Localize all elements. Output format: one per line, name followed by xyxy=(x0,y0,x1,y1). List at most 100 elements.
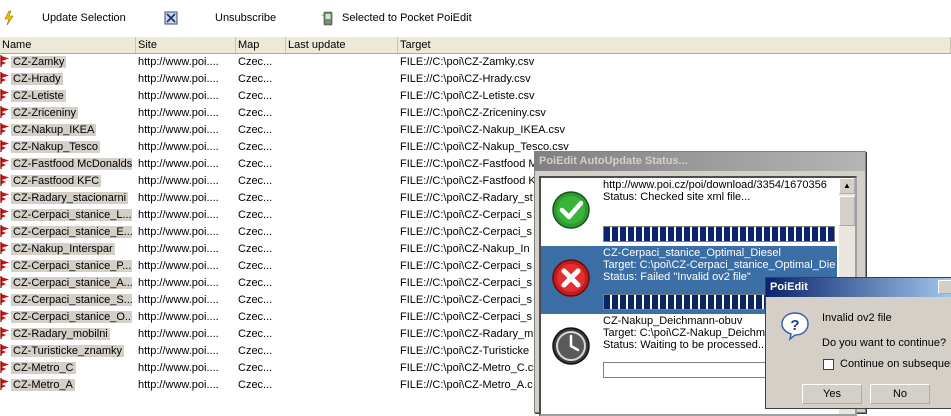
name-text: CZ-Nakup_IKEA xyxy=(11,124,97,136)
column-header-site[interactable]: Site xyxy=(136,37,236,53)
cell-site: http://www.poi.... xyxy=(138,311,219,323)
cell-name: CZ-Fastfood KFC xyxy=(0,173,132,190)
list-item[interactable]: CZ-Zamky http://www.poi.... Czec... FILE://… xyxy=(0,54,951,71)
cell-name: CZ-Metro_A xyxy=(0,377,132,394)
name-text: CZ-Cerpaci_stanice_A... xyxy=(11,277,132,289)
cell-name: CZ-Cerpaci_stanice_A... xyxy=(0,275,132,292)
cell-site: http://www.poi.... xyxy=(138,107,219,119)
list-item[interactable]: CZ-Nakup_IKEA http://www.poi.... Czec... FI… xyxy=(0,122,951,139)
cell-last-update xyxy=(288,241,394,258)
no-button[interactable]: No xyxy=(870,384,930,404)
cell-map: Czec... xyxy=(238,158,273,170)
unsubscribe-button[interactable]: Unsubscribe xyxy=(163,9,276,27)
poi-flag-icon xyxy=(0,157,9,169)
poi-flag-icon xyxy=(0,344,9,356)
name-text: CZ-Letiste xyxy=(11,90,66,102)
column-header-map[interactable]: Map xyxy=(236,37,286,53)
poi-flag-icon xyxy=(0,378,9,390)
cell-map: Czec... xyxy=(238,124,273,136)
cell-site: http://www.poi.... xyxy=(138,226,219,238)
name-text: CZ-Cerpaci_stanice_L... xyxy=(11,209,132,221)
name-text: CZ-Radary_stacionarni xyxy=(11,192,129,204)
name-text: CZ-Fastfood McDonalds xyxy=(11,158,132,170)
continue-checkbox[interactable] xyxy=(823,359,834,370)
check-icon xyxy=(552,191,590,229)
cell-site: http://www.poi.... xyxy=(138,362,219,374)
cell-site: http://www.poi.... xyxy=(138,345,219,357)
update-selection-button[interactable]: Update Selection xyxy=(42,9,126,27)
cell-last-update xyxy=(288,377,394,394)
name-text: CZ-Nakup_Interspar xyxy=(11,243,115,255)
cell-site: http://www.poi.... xyxy=(138,192,219,204)
cell-last-update xyxy=(288,71,394,88)
cell-site: http://www.poi.... xyxy=(138,209,219,221)
cell-last-update xyxy=(288,173,394,190)
name-text: CZ-Cerpaci_stanice_S... xyxy=(11,294,132,306)
status-entry[interactable]: http://www.poi.cz/poi/download/3354/1670… xyxy=(541,178,837,246)
cell-name: CZ-Cerpaci_stanice_O... xyxy=(0,309,132,326)
unsubscribe-icon xyxy=(164,11,178,25)
pocket-poiedit-button[interactable]: Selected to Pocket PoiEdit xyxy=(320,9,472,27)
lightning-icon xyxy=(4,10,14,26)
status-dialog-title[interactable]: PoiEdit AutoUpdate Status... xyxy=(535,152,865,171)
cell-target: FILE://C:\poi\CZ-Zamky.csv xyxy=(400,56,535,68)
cell-map: Czec... xyxy=(238,311,273,323)
poi-flag-icon xyxy=(0,89,9,101)
cell-map: Czec... xyxy=(238,328,273,340)
cell-target: FILE://C:\poi\CZ-Hrady.csv xyxy=(400,73,531,85)
column-header-last-update[interactable]: Last update xyxy=(286,37,398,53)
svg-text:?: ? xyxy=(790,317,799,334)
name-text: CZ-Radary_mobilni xyxy=(11,328,110,340)
yes-button[interactable]: Yes xyxy=(802,384,862,404)
cell-target: FILE://C:\poi\CZ-Zriceniny.csv xyxy=(400,107,546,119)
refresh-button[interactable] xyxy=(2,9,18,27)
poi-flag-icon xyxy=(0,123,9,135)
cell-map: Czec... xyxy=(238,260,273,272)
cell-site: http://www.poi.... xyxy=(138,379,219,391)
scroll-thumb[interactable] xyxy=(839,196,855,226)
cell-last-update xyxy=(288,360,394,377)
cell-name: CZ-Metro_C xyxy=(0,360,132,377)
cell-site: http://www.poi.... xyxy=(138,260,219,272)
cell-site: http://www.poi.... xyxy=(138,90,219,102)
close-button[interactable] xyxy=(938,280,951,294)
question-icon: ? xyxy=(781,312,809,341)
status-entry-line1: CZ-Cerpaci_stanice_Optimal_Diesel xyxy=(603,247,781,259)
cell-name: CZ-Letiste xyxy=(0,88,132,105)
cell-map: Czec... xyxy=(238,345,273,357)
poi-flag-icon xyxy=(0,208,9,220)
list-item[interactable]: CZ-Zriceniny http://www.poi.... Czec... FIL… xyxy=(0,105,951,122)
cell-name: CZ-Turisticke_znamky xyxy=(0,343,132,360)
cell-site: http://www.poi.... xyxy=(138,175,219,187)
confirm-dialog-title-text: PoiEdit xyxy=(770,281,808,293)
scroll-up-button[interactable]: ▲ xyxy=(839,178,855,194)
toolbar: Update Selection Unsubscribe Selected to… xyxy=(0,0,951,37)
cell-map: Czec... xyxy=(238,73,273,85)
cell-map: Czec... xyxy=(238,209,273,221)
confirm-message: Invalid ov2 file xyxy=(822,312,892,324)
list-item[interactable]: CZ-Letiste http://www.poi.... Czec... FILE:… xyxy=(0,88,951,105)
name-text: CZ-Zriceniny xyxy=(11,107,78,119)
cell-last-update xyxy=(288,105,394,122)
list-item[interactable]: CZ-Hrady http://www.poi.... Czec... FILE://… xyxy=(0,71,951,88)
cell-name: CZ-Cerpaci_stanice_P... xyxy=(0,258,132,275)
name-text: CZ-Metro_A xyxy=(11,379,75,391)
clock-icon xyxy=(552,327,590,365)
poi-flag-icon xyxy=(0,310,9,322)
column-header-name[interactable]: Name xyxy=(0,37,136,53)
status-entry-line2: Status: Checked site xml file... xyxy=(603,191,751,203)
poi-flag-icon xyxy=(0,259,9,271)
column-header-target[interactable]: Target xyxy=(398,37,951,53)
cell-name: CZ-Fastfood McDonalds xyxy=(0,156,132,173)
cell-last-update xyxy=(288,122,394,139)
cell-site: http://www.poi.... xyxy=(138,124,219,136)
cell-last-update xyxy=(288,88,394,105)
confirm-dialog-title[interactable]: PoiEdit xyxy=(766,278,951,297)
poi-flag-icon xyxy=(0,174,9,186)
poi-flag-icon xyxy=(0,191,9,203)
cell-last-update xyxy=(288,190,394,207)
cell-target: FILE://C:\poi\CZ-Letiste.csv xyxy=(400,90,535,102)
cell-map: Czec... xyxy=(238,141,273,153)
poi-flag-icon xyxy=(0,106,9,118)
progress-fill xyxy=(604,227,834,241)
